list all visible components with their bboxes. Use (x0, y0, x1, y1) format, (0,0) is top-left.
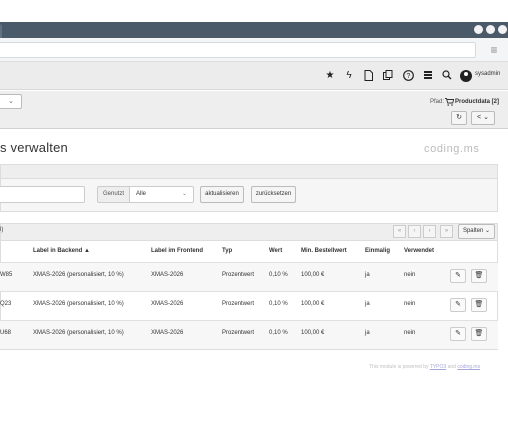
reload-button[interactable]: ↻ (451, 111, 467, 125)
pager-first-button[interactable]: « (393, 225, 406, 238)
cell-label-backend: XMAS-2026 (personalisiert, 10 %) (33, 330, 124, 336)
coding-ms-logo: coding.ms (424, 143, 480, 155)
browser-tab[interactable] (0, 24, 2, 38)
delete-button[interactable]: 🗑 (471, 269, 487, 283)
bolt-icon[interactable]: ϟ (343, 70, 355, 82)
cell-value: 0,10 % (269, 330, 288, 336)
window-dot-icon[interactable] (486, 25, 495, 34)
cell-label-frontend: XMAS-2026 (151, 330, 184, 336)
module-select[interactable]: ⌄ (0, 94, 22, 109)
used-filter-label: Genutzt (97, 186, 129, 203)
share-icon: < ⌄ (477, 114, 489, 121)
footer-and: and (446, 364, 458, 370)
column-header-min-order[interactable]: Min. Bestellwert (301, 248, 347, 254)
column-header-label-backend[interactable]: Label in Backend ▲ (33, 248, 90, 254)
cell-type: Prozentwert (222, 330, 255, 336)
window-dot-icon[interactable] (474, 25, 483, 34)
pager-last-button[interactable]: » (440, 225, 453, 238)
record-count: 3) (0, 227, 4, 233)
reset-button[interactable]: zurücksetzen (251, 186, 296, 203)
cell-used: nein (404, 330, 416, 336)
cell-value: 0,10 % (269, 272, 288, 278)
column-header-value[interactable]: Wert (269, 248, 282, 254)
edit-button[interactable]: ✎ (450, 269, 466, 283)
window-dot-icon[interactable] (498, 25, 507, 34)
typo3-link[interactable]: TYPO3 (430, 364, 446, 370)
copy-icon[interactable] (382, 70, 394, 82)
menu-icon[interactable]: ≡ (488, 44, 500, 56)
help-icon[interactable]: ? (402, 70, 414, 82)
star-icon[interactable]: ★ (324, 70, 336, 82)
path-value: Productdata [2] (455, 99, 500, 105)
used-filter-select[interactable]: Alle ⌄ (129, 186, 194, 203)
cell-label-frontend: XMAS-2026 (151, 301, 184, 307)
edit-button[interactable]: ✎ (450, 327, 466, 341)
browser-tab-bar (0, 22, 508, 38)
cell-once: ja (365, 272, 370, 278)
footer-text: This module is powered by (369, 364, 430, 370)
cell-once: ja (365, 330, 370, 336)
delete-button[interactable]: 🗑 (471, 327, 487, 341)
page-title: s verwalten (0, 140, 68, 155)
delete-button[interactable]: 🗑 (471, 298, 487, 312)
cell-type: Prozentwert (222, 272, 255, 278)
search-input[interactable] (0, 186, 85, 203)
cart-icon (445, 98, 455, 108)
cell-value: 0,10 % (269, 301, 288, 307)
used-filter-value: Alle (136, 191, 147, 197)
columns-button[interactable]: Spalten ⌄ (458, 224, 495, 239)
edit-icon: ✎ (455, 330, 461, 337)
cell-code: U68 (0, 330, 12, 336)
svg-text:?: ? (406, 73, 410, 80)
cell-min-order: 100,00 € (301, 301, 325, 307)
coding-ms-link[interactable]: coding.ms (457, 364, 480, 370)
cell-used: nein (404, 301, 416, 307)
cell-once: ja (365, 301, 370, 307)
top-blank-strip (0, 0, 508, 22)
trash-icon: 🗑 (474, 272, 484, 279)
column-header-type[interactable]: Typ (222, 248, 232, 254)
column-header-label-frontend[interactable]: Label im Frontend (151, 248, 203, 254)
url-input[interactable] (0, 42, 476, 58)
column-header-used[interactable]: Verwendet (404, 248, 434, 254)
cell-type: Prozentwert (222, 301, 255, 307)
edit-icon: ✎ (455, 272, 461, 279)
cell-label-frontend: XMAS-2026 (151, 272, 184, 278)
chevron-down-icon: ⌄ (181, 191, 187, 197)
reload-icon: ↻ (456, 114, 462, 121)
cell-min-order: 100,00 € (301, 272, 325, 278)
filter-panel-header (0, 164, 498, 178)
doc-header (0, 91, 508, 129)
share-button[interactable]: < ⌄ (471, 111, 495, 125)
cell-min-order: 100,00 € (301, 330, 325, 336)
cell-code: W85 (0, 272, 13, 278)
search-icon[interactable] (441, 70, 453, 82)
trash-icon: 🗑 (474, 330, 484, 337)
cell-code: Q23 (0, 301, 12, 307)
footer-note: This module is powered by TYPO3 and codi… (369, 364, 480, 370)
cell-label-backend: XMAS-2026 (personalisiert, 10 %) (33, 301, 124, 307)
cell-used: nein (404, 272, 416, 278)
refresh-button[interactable]: aktualisieren (200, 186, 244, 203)
edit-icon: ✎ (455, 301, 461, 308)
edit-button[interactable]: ✎ (450, 298, 466, 312)
pager-next-button[interactable]: › (423, 225, 436, 238)
trash-icon: 🗑 (474, 301, 484, 308)
system-info-icon[interactable] (422, 70, 434, 82)
cell-label-backend: XMAS-2026 (personalisiert, 10 %) (33, 272, 124, 278)
document-icon[interactable] (362, 70, 374, 82)
pager-prev-button[interactable]: ‹ (408, 225, 421, 238)
username[interactable]: sysadmin (475, 71, 500, 77)
column-header-once[interactable]: Einmalig (365, 248, 390, 254)
chevron-down-icon: ⌄ (8, 98, 14, 105)
avatar[interactable] (460, 70, 472, 82)
path-label: Pfad: (430, 99, 445, 105)
